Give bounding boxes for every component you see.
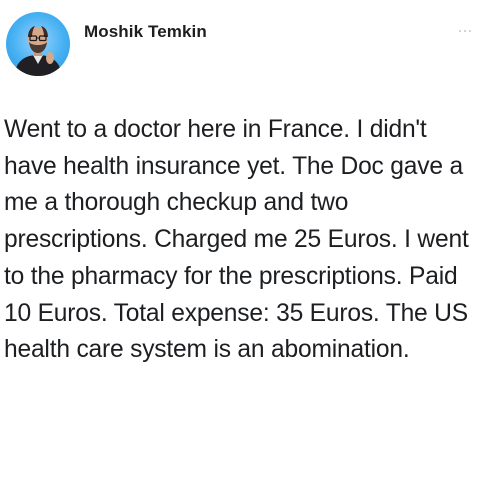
- post-text: Went to a doctor here in France. I didn'…: [4, 116, 469, 364]
- dot: [464, 30, 466, 32]
- more-options-icon[interactable]: [459, 30, 473, 36]
- author-name[interactable]: Moshik Temkin: [84, 22, 207, 42]
- profile-photo-icon: [14, 26, 62, 76]
- social-post: Moshik Temkin Went to a doctor here in F…: [0, 0, 485, 480]
- dot: [469, 30, 471, 32]
- dot: [459, 30, 461, 32]
- avatar[interactable]: [6, 12, 70, 76]
- post-header: Moshik Temkin: [0, 0, 485, 90]
